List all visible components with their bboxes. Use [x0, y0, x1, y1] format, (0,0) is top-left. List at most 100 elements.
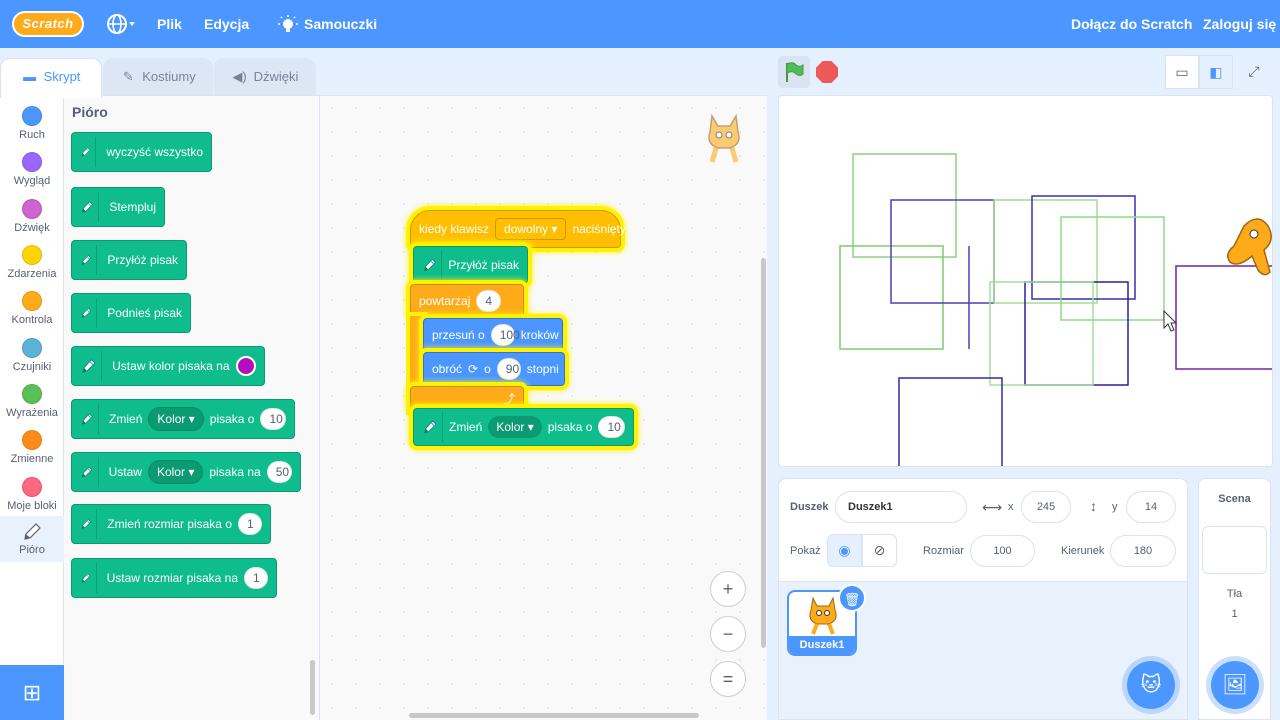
- show-sprite-button[interactable]: ◉: [827, 534, 862, 567]
- block-pen-down[interactable]: Przyłóż pisak: [71, 240, 187, 280]
- green-flag-button[interactable]: [778, 56, 810, 88]
- tab-sounds[interactable]: ◀) Dźwięki: [214, 58, 316, 96]
- category-label: Pióro: [19, 544, 45, 556]
- file-menu[interactable]: Plik: [157, 0, 182, 48]
- category-variables[interactable]: Zmienne: [0, 424, 64, 470]
- category-label: Czujniki: [12, 361, 52, 373]
- number-input[interactable]: 50: [266, 461, 292, 483]
- x-input[interactable]: 245: [1021, 491, 1071, 523]
- category-dot: [22, 477, 42, 497]
- delete-sprite-button[interactable]: 🗑: [838, 584, 866, 612]
- category-my-blocks[interactable]: Moje bloki: [0, 471, 64, 517]
- zoom-reset-button[interactable]: =: [710, 661, 746, 697]
- zoom-out-button[interactable]: −: [710, 616, 746, 652]
- script-move[interactable]: przesuń o 100 kroków: [423, 318, 563, 352]
- number-input[interactable]: 100: [490, 324, 520, 346]
- tutorials-menu[interactable]: Samouczki: [278, 0, 377, 48]
- pen-param-dropdown[interactable]: Kolor ▾: [147, 460, 204, 484]
- script-pen-down[interactable]: Przyłóż pisak: [413, 246, 528, 284]
- dropdown-value: Kolor: [156, 465, 185, 479]
- lightbulb-icon: [278, 15, 298, 33]
- tutorials-label: Samouczki: [304, 16, 378, 32]
- caret-down-icon: ▾: [527, 420, 534, 434]
- dropdown-value: dowolny: [504, 222, 549, 236]
- script-change-pen-param[interactable]: Zmień Kolor ▾ pisaka o 10: [413, 408, 634, 446]
- block-label: naciśnięty: [572, 222, 626, 236]
- scratch-logo[interactable]: Scratch: [12, 11, 84, 37]
- large-stage-button[interactable]: ◧: [1199, 55, 1233, 89]
- category-looks[interactable]: Wygląd: [0, 146, 64, 192]
- block-label: Podnieś pisak: [107, 306, 182, 320]
- tab-costumes[interactable]: ✎ Kostiumy: [103, 58, 213, 96]
- number-input[interactable]: 90: [496, 358, 521, 380]
- stage-canvas[interactable]: [778, 95, 1273, 467]
- pen-param-dropdown[interactable]: Kolor ▾: [148, 407, 204, 431]
- backdrops-label: Tła: [1226, 588, 1243, 600]
- eye-icon: ◉: [838, 542, 851, 558]
- block-pen-up[interactable]: Podnieś pisak: [71, 293, 191, 333]
- add-extension-button[interactable]: ⊞: [0, 665, 64, 720]
- pen-icon: [80, 509, 98, 539]
- pen-param-dropdown[interactable]: Kolor ▾: [488, 416, 542, 438]
- category-sensing[interactable]: Czujniki: [0, 332, 64, 378]
- sprite-watermark-cat-icon: [708, 113, 740, 163]
- pen-icon: [80, 404, 100, 434]
- script-hat-when-key-pressed[interactable]: kiedy klawisz dowolny ▾ naciśnięty: [410, 210, 626, 248]
- pen-icon: [24, 523, 41, 540]
- category-operators[interactable]: Wyrażenia: [0, 378, 64, 424]
- block-set-pen-param[interactable]: Ustaw Kolor ▾ pisaka na 50: [71, 452, 301, 492]
- pen-color-picker[interactable]: [235, 356, 256, 376]
- block-change-pen-size[interactable]: Zmień rozmiar pisaka o 1: [71, 504, 271, 544]
- block-label: kiedy klawisz: [419, 222, 490, 236]
- category-dot: [22, 430, 42, 450]
- pen-icon: [80, 351, 103, 381]
- show-label: Pokaż: [790, 545, 821, 557]
- add-sprite-button[interactable]: 🐱: [1127, 661, 1175, 709]
- category-events[interactable]: Zdarzenia: [0, 239, 64, 285]
- stop-button[interactable]: [816, 61, 838, 83]
- tab-code[interactable]: ▬ Skrypt: [0, 58, 102, 98]
- category-pen[interactable]: Pióro: [0, 516, 64, 562]
- fullscreen-button[interactable]: ⤢: [1237, 55, 1271, 89]
- block-set-pen-size[interactable]: Ustaw rozmiar pisaka na 1: [71, 558, 277, 598]
- block-label: obróć: [432, 362, 463, 376]
- zoom-in-icon: +: [722, 579, 734, 599]
- sprite-name-input[interactable]: Duszek1: [835, 491, 967, 523]
- join-scratch-link[interactable]: Dołącz do Scratch: [1071, 0, 1192, 48]
- category-motion[interactable]: Ruch: [0, 100, 64, 146]
- category-sound[interactable]: Dźwięk: [0, 193, 64, 239]
- sign-in-link[interactable]: Zaloguj się: [1203, 0, 1276, 48]
- number-input[interactable]: 10: [598, 416, 625, 438]
- workspace-scrollbar-vertical[interactable]: [761, 258, 766, 648]
- hide-sprite-button[interactable]: ⊘: [862, 534, 897, 567]
- zoom-in-button[interactable]: +: [710, 571, 746, 607]
- script-turn[interactable]: obróć ⟳ o 90 stopni: [423, 352, 565, 386]
- category-dot: [22, 384, 42, 404]
- language-menu[interactable]: [106, 0, 136, 48]
- number-input[interactable]: 10: [260, 408, 286, 430]
- number-input[interactable]: 1: [244, 567, 268, 589]
- dropdown-value: Kolor: [157, 412, 186, 426]
- block-change-pen-param[interactable]: Zmień Kolor ▾ pisaka o 10: [71, 399, 295, 439]
- palette-scrollbar[interactable]: [310, 660, 315, 715]
- y-input[interactable]: 14: [1126, 491, 1176, 523]
- edit-menu[interactable]: Edycja: [204, 0, 249, 48]
- category-control[interactable]: Kontrola: [0, 285, 64, 331]
- speaker-icon: ◀): [232, 69, 247, 84]
- block-stamp[interactable]: Stempluj: [71, 187, 165, 227]
- direction-input[interactable]: 180: [1110, 535, 1176, 567]
- key-dropdown[interactable]: dowolny ▾: [495, 218, 567, 240]
- block-clear[interactable]: wyczyść wszystko: [71, 132, 212, 172]
- dropdown-value: Kolor: [496, 420, 525, 434]
- category-label: Zmienne: [10, 453, 54, 465]
- script-repeat[interactable]: powtarzaj 4: [410, 284, 524, 318]
- size-input[interactable]: 100: [970, 535, 1035, 567]
- small-stage-button[interactable]: ▭: [1165, 55, 1199, 89]
- block-label: wyczyść wszystko: [106, 145, 203, 159]
- add-backdrop-button[interactable]: 🖼: [1211, 661, 1259, 709]
- number-input[interactable]: 1: [238, 513, 262, 535]
- stage-thumbnail[interactable]: [1202, 526, 1267, 574]
- number-input[interactable]: 4: [476, 290, 502, 312]
- workspace-scrollbar-horizontal[interactable]: [409, 713, 699, 718]
- block-set-pen-color[interactable]: Ustaw kolor pisaka na: [71, 346, 265, 386]
